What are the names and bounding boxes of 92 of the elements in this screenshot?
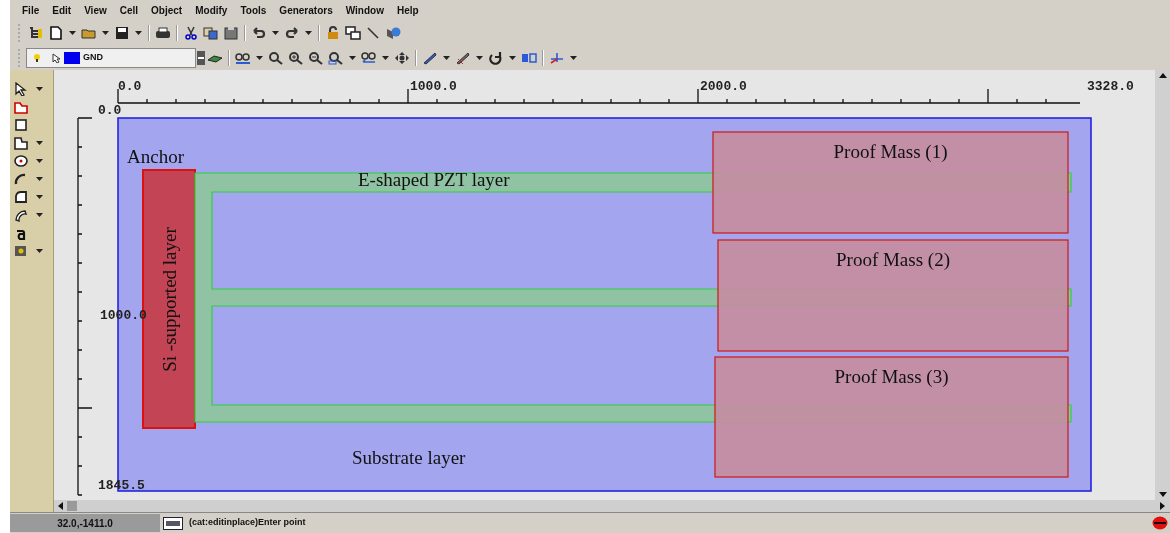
select-arrow-icon[interactable] [13, 82, 29, 96]
axes-icon[interactable] [549, 50, 565, 65]
binoculars-icon[interactable] [361, 50, 377, 65]
rotate-icon[interactable] [488, 50, 504, 65]
scroll-left-icon[interactable] [58, 502, 63, 510]
wire-tool-icon[interactable] [13, 136, 29, 150]
dropdown-caret-icon[interactable] [102, 30, 109, 35]
canvas-label: E-shaped PZT layer [358, 170, 510, 189]
status-message: (cat:editinplace)Enter point [189, 516, 306, 530]
dropdown-caret-icon[interactable] [36, 195, 43, 199]
menu-item[interactable]: Generators [279, 2, 333, 18]
layer-color-swatch [64, 51, 80, 64]
pan-icon[interactable] [394, 50, 410, 65]
ruler-label: 0.0 [98, 104, 122, 117]
keyboard-icon [163, 516, 183, 530]
dropdown-caret-icon[interactable] [570, 55, 577, 60]
canvas-label: Anchor [127, 147, 184, 166]
cursor-icon [52, 52, 61, 63]
zoom-icon[interactable] [268, 50, 284, 65]
zoom-in-icon[interactable] [288, 50, 304, 65]
dropdown-caret-icon[interactable] [36, 141, 43, 145]
menu-item[interactable]: Object [151, 2, 183, 18]
dropdown-caret-icon[interactable] [36, 249, 43, 253]
scroll-down-icon[interactable] [1158, 492, 1167, 497]
pen-icon[interactable] [455, 50, 471, 65]
cut-icon[interactable] [183, 25, 199, 40]
dropdown-caret-icon[interactable] [349, 55, 356, 60]
copy-icon[interactable] [203, 25, 219, 40]
windows-icon[interactable] [345, 25, 361, 40]
instance-tool-icon[interactable] [13, 244, 29, 258]
ruler-label: 1000.0 [410, 80, 457, 93]
ruler-label: 0.0 [118, 80, 142, 93]
dropdown-caret-icon[interactable] [256, 55, 263, 60]
stop-icon [1152, 516, 1168, 530]
menu-item[interactable]: View [84, 2, 107, 18]
zoom-out-icon[interactable] [308, 50, 324, 65]
undo-icon[interactable] [251, 25, 267, 40]
menu-item[interactable]: Window [345, 2, 384, 18]
lock-icon[interactable] [325, 25, 341, 40]
binoculars-icon[interactable] [235, 50, 251, 65]
dropdown-caret-icon[interactable] [36, 177, 43, 181]
dropdown-caret-icon[interactable] [509, 55, 516, 60]
menu-item[interactable]: File [22, 2, 40, 18]
dropdown-caret-icon[interactable] [476, 55, 483, 60]
menu-item[interactable]: Help [396, 2, 419, 18]
layers-icon[interactable] [28, 25, 44, 40]
scroll-up-icon[interactable] [1158, 73, 1167, 78]
paste-icon[interactable] [223, 25, 239, 40]
line-icon[interactable] [365, 25, 381, 40]
save-icon[interactable] [114, 25, 130, 40]
coordinates-readout: 32.0,-1411.0 [10, 514, 160, 532]
print-icon[interactable] [155, 25, 171, 40]
scroll-right-icon[interactable] [1160, 502, 1165, 510]
canvas-label: Si -supported layer [159, 226, 179, 372]
layer-name: GND [83, 50, 103, 64]
circle-tool-icon[interactable] [13, 154, 29, 168]
box-tool-icon[interactable] [13, 118, 29, 132]
menu-item[interactable]: Modify [195, 2, 228, 18]
menu-item[interactable]: Tools [240, 2, 267, 18]
zoom-box-icon[interactable] [328, 50, 344, 65]
dropdown-caret-icon[interactable] [382, 55, 389, 60]
torus-tool-icon[interactable] [13, 208, 29, 222]
ruler-label: 1845.5 [98, 479, 145, 492]
dropdown-caret-icon[interactable] [36, 159, 43, 163]
canvas-label: Proof Mass (1) [832, 142, 949, 161]
flip-icon[interactable] [521, 50, 537, 65]
redo-icon[interactable] [284, 25, 300, 40]
menu-item[interactable]: Edit [52, 2, 72, 18]
canvas-label: Proof Mass (2) [835, 250, 951, 269]
horizontal-scrollbar[interactable] [54, 500, 1170, 512]
new-file-icon[interactable] [48, 25, 64, 40]
menu-item[interactable]: Cell [119, 2, 139, 18]
dropdown-caret-icon[interactable] [272, 30, 279, 35]
ruler-label: 3328.0 [1087, 80, 1134, 93]
canvas-label: Substrate layer [352, 448, 466, 467]
dropdown-caret-icon[interactable] [135, 30, 142, 35]
layer-dropdown[interactable]: GND [26, 47, 196, 68]
lightbulb-icon [33, 52, 41, 63]
dropdown-caret-icon[interactable] [197, 50, 205, 65]
pen-icon[interactable] [422, 50, 438, 65]
dropdown-caret-icon[interactable] [443, 55, 450, 60]
dropdown-caret-icon[interactable] [305, 30, 312, 35]
vertical-scrollbar[interactable] [1155, 70, 1170, 500]
canvas-label: Proof Mass (3) [833, 367, 950, 386]
dropdown-caret-icon[interactable] [36, 87, 43, 91]
help-icon[interactable] [385, 25, 401, 40]
ruler-label: 2000.0 [700, 80, 747, 93]
dropdown-caret-icon[interactable] [36, 213, 43, 217]
scroll-thumb[interactable] [67, 501, 77, 511]
dropdown-caret-icon[interactable] [69, 30, 76, 35]
polygon-tool-icon[interactable] [13, 100, 29, 114]
curved-polygon-icon[interactable] [13, 190, 29, 204]
